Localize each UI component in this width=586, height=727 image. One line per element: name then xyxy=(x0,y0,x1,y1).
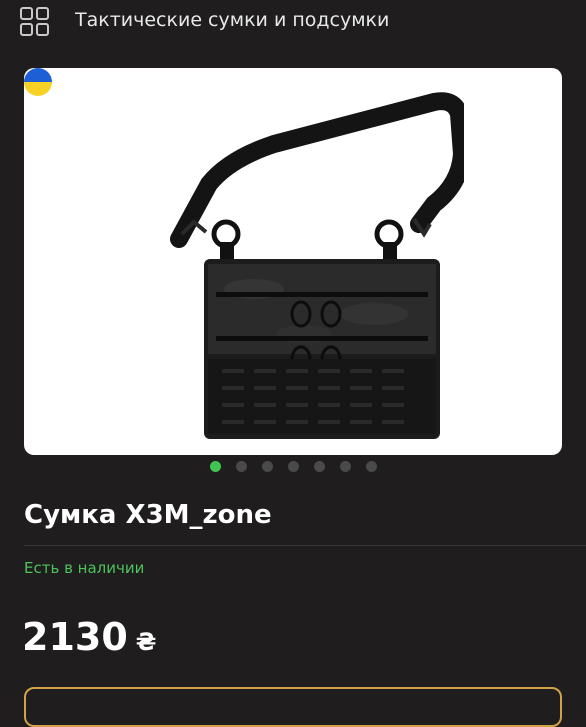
buy-button[interactable] xyxy=(24,687,562,727)
divider xyxy=(24,545,586,546)
gallery-pagination xyxy=(210,461,380,475)
pagination-dot-6[interactable] xyxy=(340,461,351,472)
pagination-dot-2[interactable] xyxy=(236,461,247,472)
availability-status: Есть в наличии xyxy=(24,559,145,577)
product-title: Сумка X3M_zone xyxy=(24,500,272,530)
product-image-gallery[interactable] xyxy=(24,68,562,455)
pagination-dot-7[interactable] xyxy=(366,461,377,472)
price-value: 2130 xyxy=(22,615,128,659)
pagination-dot-3[interactable] xyxy=(262,461,273,472)
top-bar: Тактические сумки и подсумки xyxy=(0,0,586,44)
product-image xyxy=(170,92,464,439)
ukraine-flag-icon xyxy=(24,68,52,96)
pagination-dot-5[interactable] xyxy=(314,461,325,472)
pagination-dot-1[interactable] xyxy=(210,461,221,472)
currency-symbol: ₴ xyxy=(135,628,157,656)
pagination-dot-4[interactable] xyxy=(288,461,299,472)
product-price: 2130 ₴ xyxy=(22,615,156,659)
grid-menu-icon[interactable] xyxy=(20,7,50,37)
category-title: Тактические сумки и подсумки xyxy=(75,9,390,31)
